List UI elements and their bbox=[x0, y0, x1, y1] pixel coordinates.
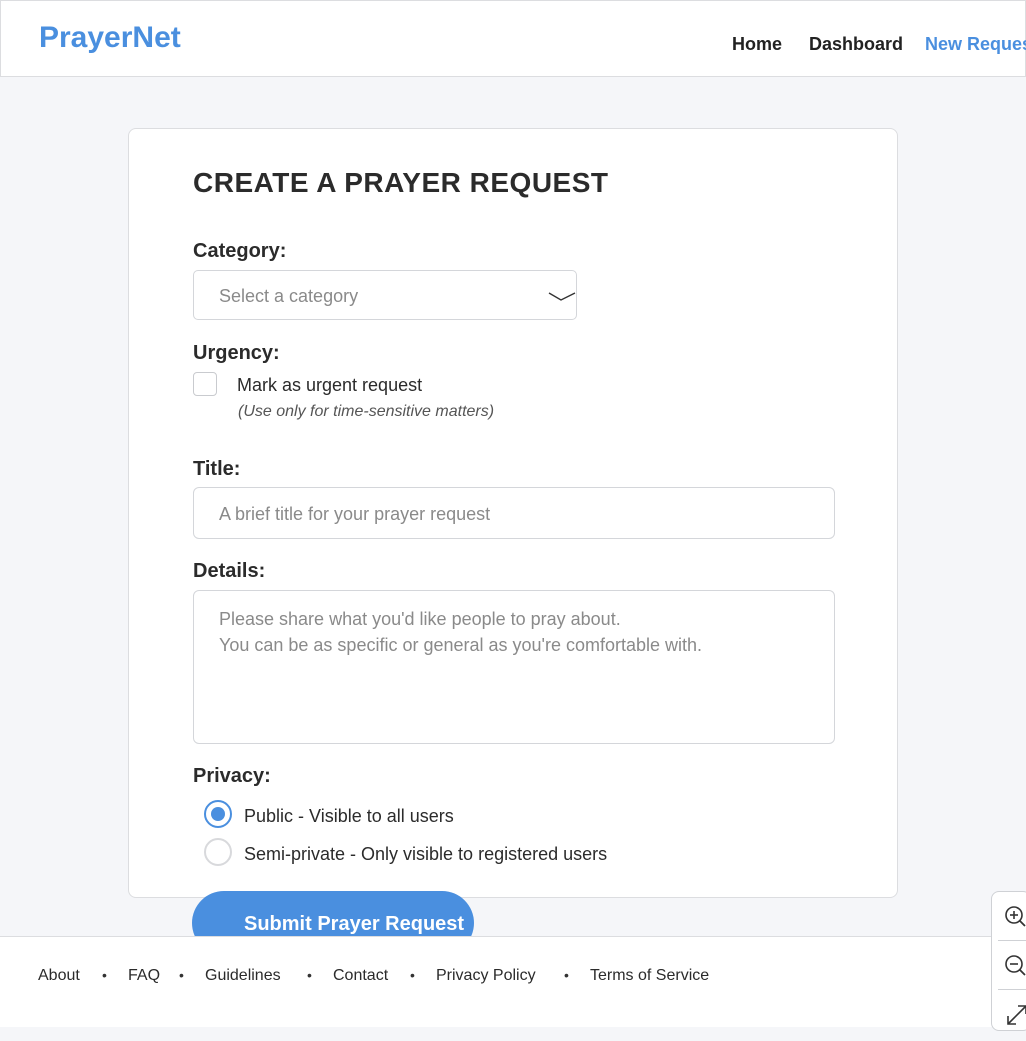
zoom-out-button[interactable] bbox=[992, 941, 1026, 987]
category-label: Category: bbox=[193, 240, 287, 262]
zoom-in-button[interactable] bbox=[992, 892, 1026, 938]
footer-link-contact[interactable]: Contact bbox=[333, 967, 388, 985]
nav-new-request[interactable]: New Request bbox=[925, 34, 1026, 55]
footer-separator: • bbox=[410, 967, 415, 983]
footer-link-privacy[interactable]: Privacy Policy bbox=[436, 967, 536, 985]
footer-separator: • bbox=[179, 967, 184, 983]
nav-dashboard[interactable]: Dashboard bbox=[809, 34, 903, 55]
footer-link-terms[interactable]: Terms of Service bbox=[590, 967, 709, 985]
footer-separator: • bbox=[102, 967, 107, 983]
privacy-label: Privacy: bbox=[193, 765, 271, 787]
footer-separator: • bbox=[307, 967, 312, 983]
title-label: Title: bbox=[193, 458, 241, 480]
chevron-down-icon bbox=[548, 292, 576, 301]
privacy-semiprivate-radio[interactable] bbox=[204, 838, 232, 866]
privacy-public-label[interactable]: Public - Visible to all users bbox=[244, 806, 454, 827]
submit-button-label: Submit Prayer Request bbox=[244, 913, 465, 935]
fullscreen-button[interactable] bbox=[992, 990, 1026, 1036]
urgent-checkbox[interactable] bbox=[193, 372, 217, 396]
footer-link-faq[interactable]: FAQ bbox=[128, 967, 160, 985]
details-textarea[interactable]: Please share what you'd like people to p… bbox=[193, 590, 835, 744]
title-input[interactable]: A brief title for your prayer request bbox=[193, 487, 835, 539]
urgent-checkbox-label[interactable]: Mark as urgent request bbox=[237, 375, 422, 396]
category-select-value: Select a category bbox=[219, 286, 359, 306]
zoom-in-icon bbox=[1005, 906, 1026, 927]
details-placeholder-line1: Please share what you'd like people to p… bbox=[219, 609, 621, 629]
details-label: Details: bbox=[193, 560, 266, 582]
nav-home[interactable]: Home bbox=[732, 34, 782, 55]
map-zoom-controls bbox=[991, 891, 1026, 1031]
category-select[interactable]: Select a category bbox=[193, 270, 577, 320]
title-input-placeholder: A brief title for your prayer request bbox=[219, 504, 491, 524]
fullscreen-icon bbox=[1007, 1005, 1026, 1025]
privacy-semiprivate-label[interactable]: Semi-private - Only visible to registere… bbox=[244, 844, 607, 865]
footer-link-guidelines[interactable]: Guidelines bbox=[205, 967, 281, 985]
request-form-card: CREATE A PRAYER REQUEST Category: Select… bbox=[128, 128, 898, 898]
site-logo[interactable]: PrayerNet bbox=[39, 21, 181, 55]
details-placeholder: Please share what you'd like people to p… bbox=[219, 606, 702, 658]
top-header: PrayerNet Home Dashboard New Request bbox=[0, 0, 1026, 77]
zoom-out-icon bbox=[1005, 955, 1026, 976]
details-placeholder-line2: You can be as specific or general as you… bbox=[219, 635, 703, 655]
footer-link-about[interactable]: About bbox=[38, 967, 80, 985]
footer-separator: • bbox=[564, 967, 569, 983]
urgent-note: (Use only for time-sensitive matters) bbox=[238, 403, 495, 420]
page-title: CREATE A PRAYER REQUEST bbox=[193, 167, 609, 198]
privacy-public-radio[interactable] bbox=[204, 800, 232, 828]
urgency-label: Urgency: bbox=[193, 342, 280, 364]
footer: About • FAQ • Guidelines • Contact • Pri… bbox=[0, 936, 1026, 1027]
